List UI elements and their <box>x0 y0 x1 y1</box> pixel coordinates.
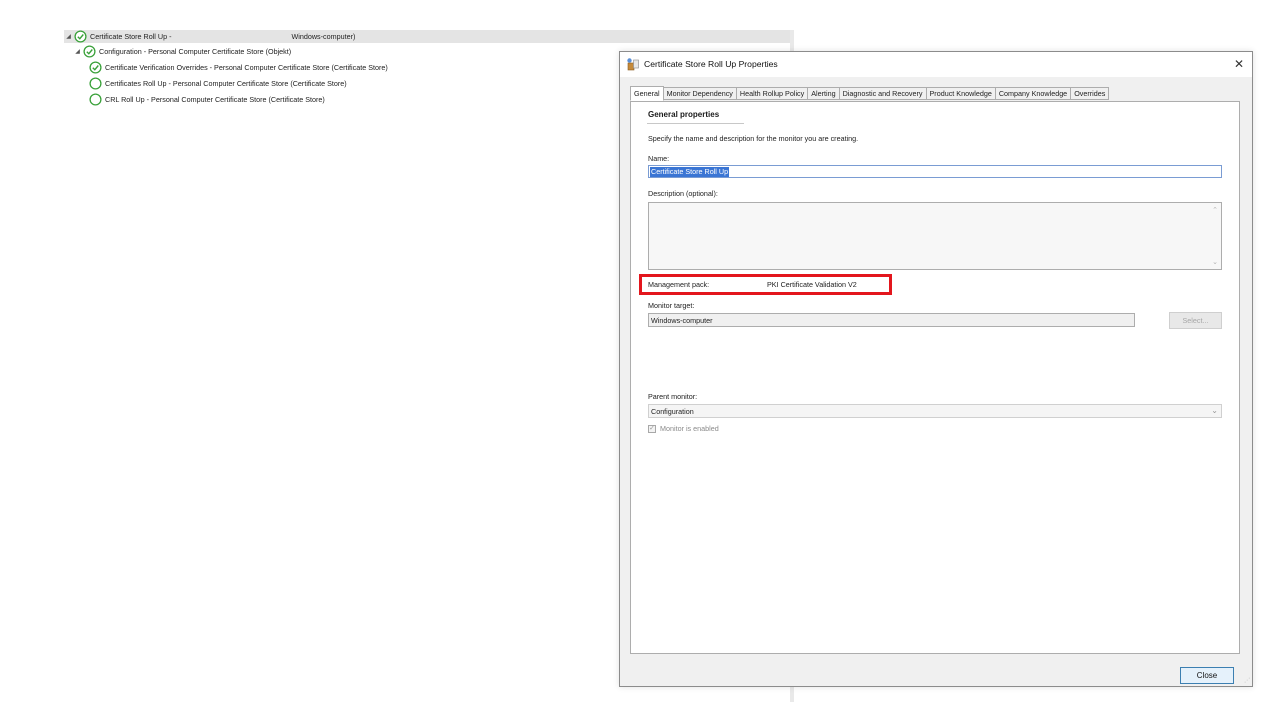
select-button[interactable]: Select... <box>1169 312 1222 329</box>
tab-product-knowledge[interactable]: Product Knowledge <box>926 87 996 100</box>
resize-grip-icon[interactable]: ⋰ <box>1244 677 1250 684</box>
tree-item-label: Certificate Verification Overrides - Per… <box>105 63 388 72</box>
tab-monitor-dependency[interactable]: Monitor Dependency <box>663 87 737 100</box>
tab-overrides[interactable]: Overrides <box>1071 87 1110 100</box>
description-label: Description (optional): <box>648 189 718 198</box>
parent-monitor-dropdown[interactable]: Configuration ⌄ <box>648 404 1222 418</box>
tree-item-label: CRL Roll Up - Personal Computer Certific… <box>105 95 325 104</box>
tree-item-label: Configuration - Personal Computer Certif… <box>99 47 292 56</box>
general-tab-panel: General properties Specify the name and … <box>630 101 1240 654</box>
monitor-enabled-checkbox[interactable]: ✓ <box>648 424 656 433</box>
tab-health-rollup-policy[interactable]: Health Rollup Policy <box>736 87 809 100</box>
chevron-down-icon: ⌄ <box>1211 406 1218 415</box>
parent-monitor-label: Parent monitor: <box>648 392 698 401</box>
tab-general[interactable]: General <box>630 86 664 101</box>
monitor-target-label: Monitor target: <box>648 301 695 310</box>
tree-item-crl-roll-up[interactable]: CRL Roll Up - Personal Computer Certific… <box>89 93 325 106</box>
tab-alerting[interactable]: Alerting <box>808 87 840 100</box>
close-button[interactable]: Close <box>1180 667 1234 684</box>
monitor-enabled-row[interactable]: ✓ Monitor is enabled <box>648 424 719 433</box>
tree-item-certificates-roll-up[interactable]: Certificates Roll Up - Personal Computer… <box>89 77 347 90</box>
scroll-down-arrow-icon[interactable]: ⌄ <box>1212 258 1218 266</box>
parent-monitor-value: Configuration <box>651 406 694 416</box>
not-monitored-circle-icon <box>89 93 102 106</box>
tab-strip: General Monitor Dependency Health Rollup… <box>630 86 1110 101</box>
scroll-up-arrow-icon[interactable]: ⌃ <box>1212 206 1218 214</box>
name-label: Name: <box>648 154 670 163</box>
section-divider <box>647 123 744 124</box>
intro-text: Specify the name and description for the… <box>648 134 859 143</box>
management-pack-label: Management pack: <box>648 280 710 289</box>
tab-company-knowledge[interactable]: Company Knowledge <box>995 87 1072 100</box>
description-textarea[interactable]: ⌃ ⌄ <box>648 202 1222 270</box>
properties-dialog: Certificate Store Roll Up Properties ✕ G… <box>619 51 1253 687</box>
tree-item-certificate-verification-overrides[interactable]: Certificate Verification Overrides - Per… <box>89 61 388 74</box>
tree-item-certificate-store-roll-up[interactable]: ◢ Certificate Store Roll Up - Windows-co… <box>64 30 790 43</box>
name-input[interactable]: Certificate Store Roll Up <box>648 165 1222 178</box>
name-value-selected: Certificate Store Roll Up <box>650 166 730 177</box>
dialog-title: Certificate Store Roll Up Properties <box>644 59 778 69</box>
dialog-titlebar[interactable]: Certificate Store Roll Up Properties ✕ <box>620 52 1252 77</box>
close-icon[interactable]: ✕ <box>1230 55 1248 73</box>
monitor-properties-icon <box>626 57 640 71</box>
healthy-check-icon <box>83 45 96 58</box>
management-pack-value: PKI Certificate Validation V2 <box>767 280 857 289</box>
tree-item-label: Certificates Roll Up - Personal Computer… <box>105 79 347 88</box>
tab-diagnostic-and-recovery[interactable]: Diagnostic and Recovery <box>839 87 927 100</box>
tree-item-configuration[interactable]: ◢ Configuration - Personal Computer Cert… <box>73 45 291 58</box>
monitor-target-field: Windows-computer <box>648 313 1135 327</box>
collapse-arrow-icon[interactable]: ◢ <box>64 33 73 40</box>
not-monitored-circle-icon <box>89 77 102 90</box>
monitor-enabled-label: Monitor is enabled <box>660 424 719 433</box>
healthy-check-icon <box>89 61 102 74</box>
section-title: General properties <box>648 110 720 119</box>
healthy-check-icon <box>74 30 87 43</box>
collapse-arrow-icon[interactable]: ◢ <box>73 48 82 55</box>
tree-item-label: Certificate Store Roll Up - <box>90 32 172 41</box>
tree-item-target: Windows-computer) <box>291 32 356 41</box>
